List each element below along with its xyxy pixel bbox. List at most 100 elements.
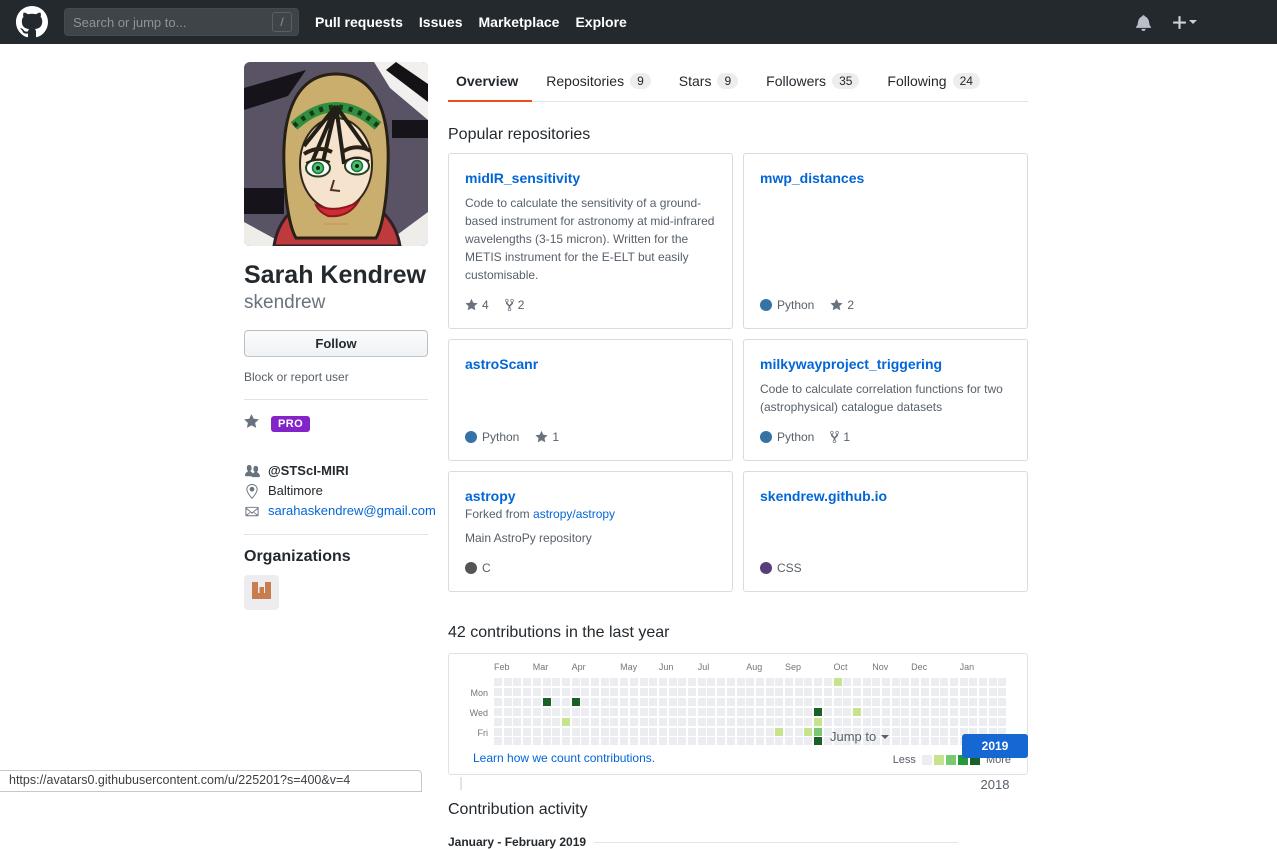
jump-to-dropdown[interactable]: Jump to (830, 729, 889, 744)
contribution-cell (756, 688, 764, 696)
contribution-cell (630, 708, 638, 716)
contribution-cell (630, 737, 638, 745)
contribution-cell (591, 728, 599, 736)
nav-link-marketplace[interactable]: Marketplace (479, 14, 560, 30)
contribution-cell (969, 688, 977, 696)
contribution-cell (717, 728, 725, 736)
profile-avatar[interactable] (244, 62, 428, 246)
calendar-month-label: Jan (960, 662, 975, 672)
learn-contributions-link[interactable]: Learn how we count contributions. (473, 751, 655, 765)
follow-button[interactable]: Follow (244, 330, 428, 357)
contribution-cell (640, 678, 648, 686)
repo-language: C (465, 561, 491, 575)
contribution-cell (523, 678, 531, 686)
tab-label: Followers (766, 73, 826, 89)
contribution-cell (543, 678, 551, 686)
activity-period-row: January - February 2019 (448, 835, 958, 849)
contribution-cell (940, 688, 948, 696)
repo-link[interactable]: mwp_distances (760, 170, 1011, 186)
contribution-cell (834, 708, 842, 716)
contribution-cell (678, 737, 686, 745)
contribution-cell (931, 698, 939, 706)
github-logo-icon[interactable] (16, 6, 48, 38)
contribution-cell (707, 678, 715, 686)
repo-stars-count[interactable]: 4 (465, 298, 489, 312)
organization-avatar[interactable] (244, 575, 279, 610)
repo-link[interactable]: astroScanr (465, 356, 716, 372)
repo-stars-count[interactable]: 2 (830, 298, 854, 312)
contribution-cell (591, 678, 599, 686)
contribution-cell (669, 708, 677, 716)
tab-stars[interactable]: Stars9 (665, 62, 752, 102)
contribution-cell (737, 737, 745, 745)
pro-badge: PRO (271, 416, 310, 432)
contribution-cell (620, 728, 628, 736)
contribution-cell (669, 737, 677, 745)
create-new-plus-icon[interactable] (1173, 14, 1197, 31)
contribution-cell (610, 698, 618, 706)
repo-footer: Python2 (760, 284, 1011, 312)
repo-language: CSS (760, 561, 802, 575)
repo-link[interactable]: astropy (465, 488, 716, 504)
contribution-cell (669, 698, 677, 706)
tab-following[interactable]: Following24 (873, 62, 994, 102)
contribution-cell (513, 728, 521, 736)
contribution-cell (523, 688, 531, 696)
contribution-cell (882, 678, 890, 686)
search-input[interactable] (73, 15, 272, 30)
repo-link[interactable]: milkywayproject_triggering (760, 356, 1011, 372)
org-handle[interactable]: @STScI-MIRI (268, 461, 349, 481)
repo-description: Code to calculate correlation functions … (760, 380, 1011, 416)
jump-to-caret-icon (881, 735, 889, 739)
contribution-cell (630, 718, 638, 726)
tab-overview[interactable]: Overview (448, 62, 532, 102)
sidebar-divider-2 (244, 534, 428, 535)
contribution-cell (940, 728, 948, 736)
repo-forks-count[interactable]: 2 (505, 298, 525, 312)
search-box[interactable]: / (64, 8, 299, 36)
contribution-cell (814, 708, 822, 716)
tab-followers[interactable]: Followers35 (752, 62, 873, 102)
popular-repos-title: Popular repositories (448, 126, 1028, 144)
contribution-cell (698, 678, 706, 686)
nav-link-explore[interactable]: Explore (575, 14, 626, 30)
nav-link-pull-requests[interactable]: Pull requests (315, 14, 403, 30)
repo-stars-count[interactable]: 1 (535, 430, 559, 444)
contribution-cell (901, 718, 909, 726)
organizations-title: Organizations (244, 548, 428, 566)
contribution-cell (610, 708, 618, 716)
contribution-cell (775, 708, 783, 716)
contribution-cell (814, 688, 822, 696)
notifications-bell-icon[interactable] (1136, 14, 1151, 31)
year-button-2019[interactable]: 2019 (962, 734, 1028, 758)
contribution-cell (513, 678, 521, 686)
contribution-cell (504, 718, 512, 726)
year-button-2018[interactable]: 2018 (962, 772, 1028, 796)
star-icon[interactable] (244, 413, 259, 435)
contribution-cell (863, 718, 871, 726)
nav-link-issues[interactable]: Issues (419, 14, 463, 30)
repo-link[interactable]: midIR_sensitivity (465, 170, 716, 186)
contribution-cell (989, 678, 997, 686)
block-report-link[interactable]: Block or report user (244, 370, 349, 384)
contribution-cell (717, 708, 725, 716)
contribution-cell (960, 698, 968, 706)
fork-source-link[interactable]: astropy/astropy (533, 507, 615, 521)
repo-footer: 42 (465, 284, 716, 312)
contribution-cell (620, 718, 628, 726)
repo-link[interactable]: skendrew.github.io (760, 488, 1011, 504)
contribution-cell (572, 688, 580, 696)
repo-forks-count[interactable]: 1 (830, 430, 850, 444)
contribution-cell (960, 678, 968, 686)
email-link[interactable]: sarahaskendrew@gmail.com (268, 501, 436, 521)
contribution-cell (562, 678, 570, 686)
contribution-cell (601, 737, 609, 745)
contribution-cell (707, 718, 715, 726)
contribution-cell (766, 708, 774, 716)
contribution-cell (640, 688, 648, 696)
contribution-cell (795, 698, 803, 706)
contribution-cell (766, 698, 774, 706)
tab-repositories[interactable]: Repositories9 (532, 62, 665, 102)
location-pin-icon (244, 484, 260, 499)
contribution-cell (901, 688, 909, 696)
